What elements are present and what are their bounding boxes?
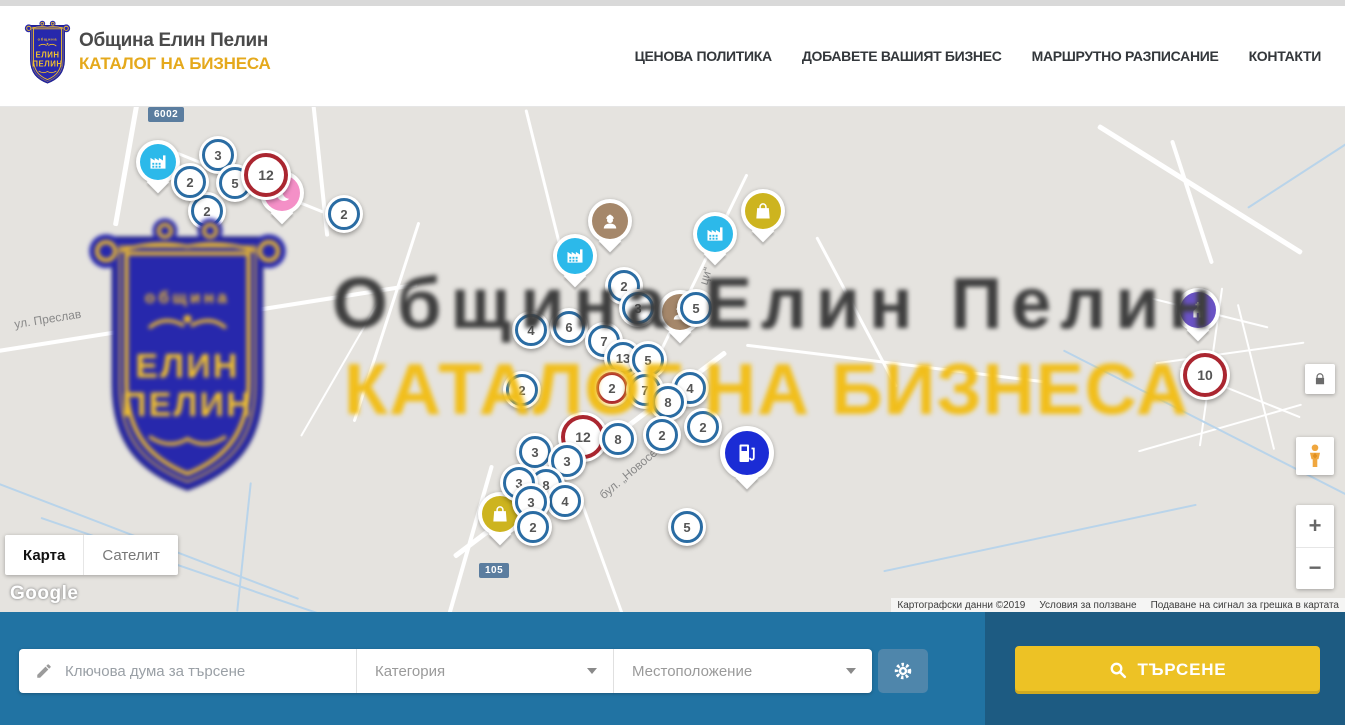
map-cluster-marker[interactable]: 5 [677,289,715,327]
map-cluster-marker[interactable]: 4 [512,311,550,349]
map-cluster-marker[interactable]: 2 [325,195,363,233]
map-cluster-marker[interactable]: 4 [546,482,584,520]
attribution-report-link[interactable]: Подаване на сигнал за грешка в картата [1151,600,1339,611]
map-cluster-marker[interactable]: 6 [550,308,588,346]
map-type-control: Карта Сателит [5,535,178,575]
map-cluster-marker[interactable]: 3 [619,289,657,327]
keyword-input[interactable] [63,662,356,681]
site-subtitle: КАТАЛОГ НА БИЗНЕСА [79,54,271,74]
chevron-down-icon [846,668,856,674]
category-select[interactable]: Категория [356,649,613,693]
map-cluster-marker[interactable]: 2 [684,408,722,446]
map-markers: 232512223546713522748128223383432510 [0,107,1345,612]
google-logo[interactable]: Google [10,583,78,605]
pencil-icon [35,662,53,680]
pegman-button[interactable] [1296,437,1334,475]
map-type-satellite-button[interactable]: Сателит [83,535,178,575]
search-button-label: ТЪРСЕНЕ [1138,660,1227,680]
site-header: Община Елин Пелин КАТАЛОГ НА БИЗНЕСА ЦЕН… [0,6,1345,107]
map-pin-factory[interactable] [693,212,737,256]
zoom-out-button[interactable]: − [1296,548,1334,590]
map-cluster-marker[interactable]: 8 [599,420,637,458]
map[interactable]: ул. Преславбул. „Новоселци“ци“6002105 23… [0,107,1345,612]
category-value: Категория [375,663,445,680]
map-cluster-marker[interactable]: 2 [171,163,209,201]
main-nav: ЦЕНОВА ПОЛИТИКА ДОБАВЕТЕ ВАШИЯТ БИЗНЕС М… [635,6,1321,106]
attribution-terms-link[interactable]: Условия за ползване [1039,600,1136,611]
lock-icon [1313,372,1327,386]
streetview-lock-button[interactable] [1305,364,1335,394]
map-zoom-control: + − [1296,505,1334,589]
advanced-settings-button[interactable] [878,649,928,693]
map-cluster-marker[interactable]: 2 [643,416,681,454]
search-fields-group: Категория Местоположение [19,649,872,693]
site-logo[interactable]: Община Елин Пелин КАТАЛОГ НА БИЗНЕСА [24,20,271,84]
nav-item-add-business[interactable]: ДОБАВЕТЕ ВАШИЯТ БИЗНЕС [802,48,1002,64]
pegman-icon [1304,443,1326,469]
map-attribution: Картографски данни ©2019 Условия за полз… [891,598,1345,612]
map-cluster-marker[interactable]: 2 [514,508,552,546]
map-cluster-marker[interactable]: 10 [1180,350,1230,400]
zoom-in-button[interactable]: + [1296,505,1334,548]
keyword-field[interactable] [19,649,356,693]
chevron-down-icon [587,668,597,674]
nav-item-contacts[interactable]: КОНТАКТИ [1249,48,1321,64]
nav-item-pricing[interactable]: ЦЕНОВА ПОЛИТИКА [635,48,772,64]
map-pin-factory[interactable] [553,234,597,278]
attribution-copyright: Картографски данни ©2019 [897,600,1025,611]
map-cluster-marker[interactable]: 12 [241,150,291,200]
map-cluster-marker[interactable]: 5 [668,508,706,546]
search-icon [1109,661,1128,680]
location-select[interactable]: Местоположение [613,649,872,693]
map-cluster-marker[interactable]: 2 [503,371,541,409]
search-bar: Категория Местоположение ТЪРСЕНЕ [0,612,1345,725]
location-value: Местоположение [632,663,752,680]
search-button[interactable]: ТЪРСЕНЕ [1015,646,1320,694]
map-pin-fuel[interactable] [720,426,774,480]
municipality-emblem-icon [24,20,71,84]
map-pin-bag[interactable] [741,189,785,233]
nav-item-route-schedule[interactable]: МАРШРУТНО РАЗПИСАНИЕ [1032,48,1219,64]
map-pin-church[interactable] [1176,288,1220,332]
gear-icon [892,660,914,682]
map-cluster-marker[interactable]: 8 [649,383,687,421]
site-title: Община Елин Пелин [79,30,271,52]
map-type-map-button[interactable]: Карта [5,535,83,575]
